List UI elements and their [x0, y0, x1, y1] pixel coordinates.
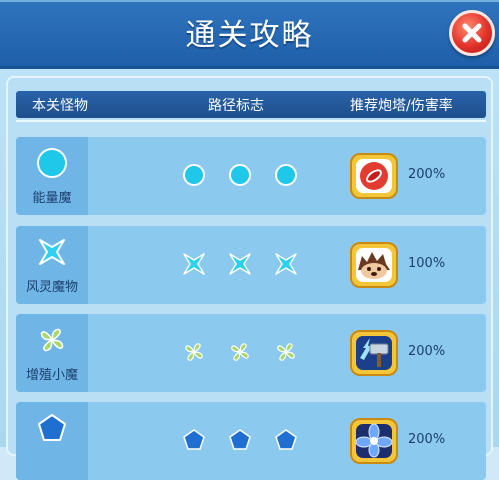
table-header: 本关怪物 路径标志 推荐炮塔/伤害率	[16, 91, 486, 118]
monster-name: 能量魔	[32, 191, 72, 206]
table-row: 增殖小魔 200%	[16, 314, 486, 392]
table-row: 风灵魔物 100%	[16, 226, 486, 304]
circle-icon	[275, 164, 297, 186]
thunder-hammer-tower-icon	[350, 330, 398, 376]
table-row: 能量魔 200%	[16, 137, 486, 215]
damage-rate: 200%	[408, 432, 446, 447]
close-icon	[462, 23, 482, 43]
four-point-star-icon	[183, 253, 205, 275]
damage-rate: 200%	[408, 344, 446, 359]
monster-cell	[16, 402, 88, 480]
four-leaf-icon	[277, 343, 295, 361]
strategy-panel: 通关攻略 本关怪物 路径标志 推荐炮塔/伤害率 能量魔 200% 风灵魔物 10…	[0, 0, 499, 480]
header-divider	[16, 120, 486, 122]
damage-rate: 100%	[408, 256, 446, 271]
monster-name: 风灵魔物	[25, 280, 78, 295]
monster-cell: 风灵魔物	[16, 226, 88, 304]
close-button[interactable]	[449, 10, 495, 56]
monster-cell: 增殖小魔	[16, 314, 88, 392]
four-leaf-icon	[231, 343, 249, 361]
red-pepper-tower-icon	[350, 153, 398, 199]
circle-icon	[229, 164, 251, 186]
pentagon-icon	[38, 414, 66, 441]
header-path-marker: 路径标志	[208, 98, 264, 114]
blue-flower-tower-icon	[350, 418, 398, 464]
pentagon-icon	[229, 429, 251, 450]
title-bar: 通关攻略	[0, 0, 499, 69]
monster-cell: 能量魔	[16, 137, 88, 215]
four-leaf-icon	[40, 328, 64, 352]
circle-icon	[183, 164, 205, 186]
circle-icon	[37, 148, 67, 178]
header-tower-rate: 推荐炮塔/伤害率	[350, 98, 453, 114]
table-row: 200%	[16, 402, 486, 480]
pentagon-icon	[275, 429, 297, 450]
four-point-star-icon	[39, 239, 65, 265]
panel-title: 通关攻略	[185, 18, 314, 53]
header-monster: 本关怪物	[32, 98, 88, 114]
hedgehog-tower-icon	[350, 242, 398, 288]
pentagon-icon	[183, 429, 205, 450]
four-point-star-icon	[229, 253, 251, 275]
damage-rate: 200%	[408, 167, 446, 182]
monster-name: 增殖小魔	[25, 368, 78, 383]
four-point-star-icon	[275, 253, 297, 275]
four-leaf-icon	[185, 343, 203, 361]
